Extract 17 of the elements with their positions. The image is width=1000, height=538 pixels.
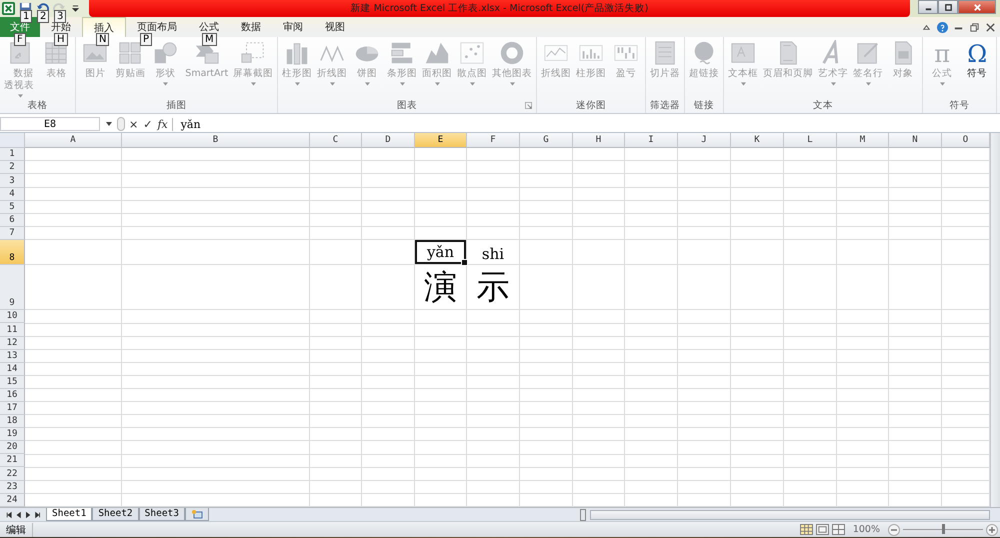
keytip-tooltip: F xyxy=(14,33,26,46)
keytip-tooltip: M xyxy=(202,33,217,46)
group-label: 链接 xyxy=(694,99,714,112)
keytip-tooltip: N xyxy=(96,33,110,46)
keytip-tooltip: 2 xyxy=(37,10,50,23)
group-label: 表格 xyxy=(28,99,48,112)
window-title: 新建 Microsoft Excel 工作表.xlsx - Microsoft Excel(产品激活失败) xyxy=(350,2,648,15)
group-label: 迷你图 xyxy=(576,99,606,112)
keytip-tooltip: H xyxy=(54,33,68,46)
keytip-tooltip: 1 xyxy=(20,10,32,23)
keytip-tooltip: P xyxy=(140,33,152,46)
group-label: 插图 xyxy=(166,99,187,112)
keytip-tooltip: 3 xyxy=(54,10,66,23)
group-label: 筛选器 xyxy=(650,99,680,112)
group-label: 文本 xyxy=(813,99,834,112)
group-label: 图表 xyxy=(397,99,418,112)
group-label: 符号 xyxy=(950,99,970,112)
